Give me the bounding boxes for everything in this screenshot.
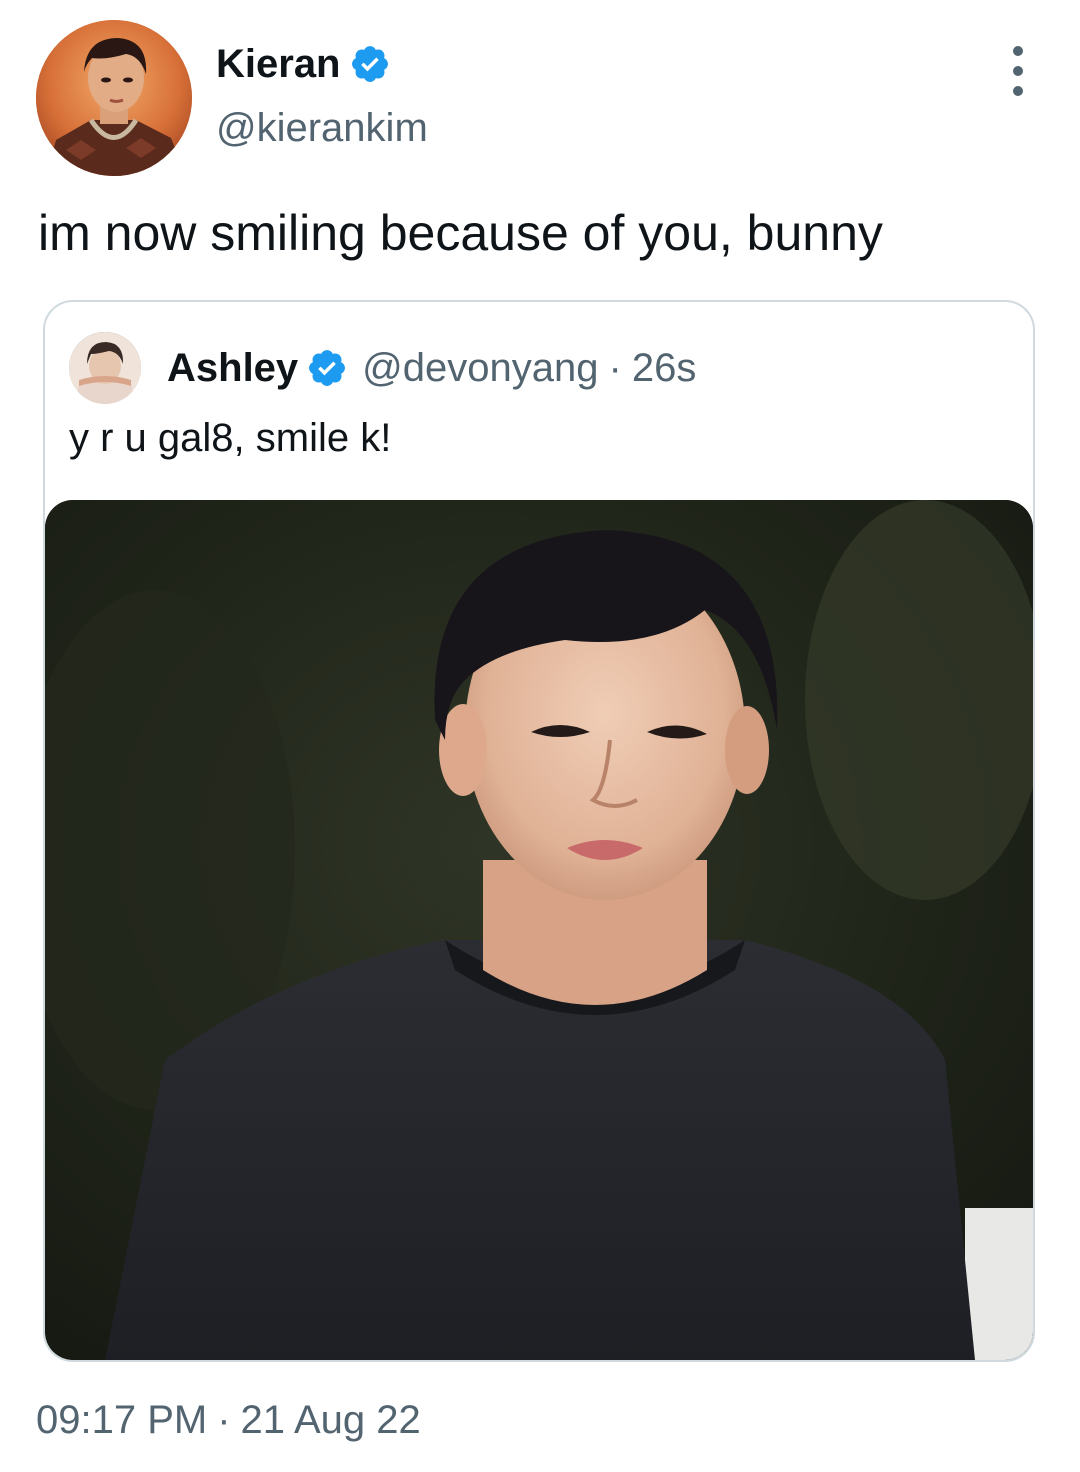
verified-badge-icon	[351, 46, 388, 82]
author-avatar-image	[36, 20, 192, 176]
quoted-tweet-card[interactable]: Ashley @devonyang · 26s y r u gal8, smil…	[43, 300, 1035, 1362]
quoted-tweet-text: y r u gal8, smile k!	[69, 416, 392, 460]
author-name-row: Kieran	[216, 36, 428, 92]
quoted-relative-time[interactable]: 26s	[632, 346, 697, 391]
author-display-name[interactable]: Kieran	[216, 36, 341, 92]
quoted-author-avatar	[69, 332, 141, 404]
quoted-author-handle[interactable]: @devonyang	[362, 346, 598, 391]
more-dot	[1013, 66, 1023, 76]
quoted-tweet-header: Ashley @devonyang · 26s	[69, 326, 696, 410]
tweet-text: im now smiling because of you, bunny	[38, 205, 883, 261]
author-handle[interactable]: @kierankim	[216, 100, 428, 156]
quoted-author-avatar-image	[69, 332, 141, 404]
quoted-tweet-photo[interactable]	[45, 500, 1033, 1360]
tweet-time: 09:17 PM	[36, 1398, 208, 1442]
tweet: Kieran @kierankim im now smiling because…	[0, 0, 1080, 1472]
timestamp-separator: ·	[217, 1398, 231, 1442]
tweet-timestamp[interactable]: 09:17 PM · 21 Aug 22	[36, 1392, 421, 1448]
more-vertical-icon[interactable]	[996, 46, 1040, 96]
quoted-meta-separator: ·	[608, 345, 622, 390]
more-dot	[1013, 46, 1023, 56]
quoted-author-display-name[interactable]: Ashley	[167, 346, 298, 391]
author-info: Kieran @kierankim	[216, 36, 428, 156]
author-avatar[interactable]	[36, 20, 192, 176]
more-dot	[1013, 86, 1023, 96]
verified-badge-icon	[309, 350, 346, 386]
quoted-photo-image	[45, 500, 1033, 1360]
tweet-date: 21 Aug 22	[240, 1398, 421, 1442]
